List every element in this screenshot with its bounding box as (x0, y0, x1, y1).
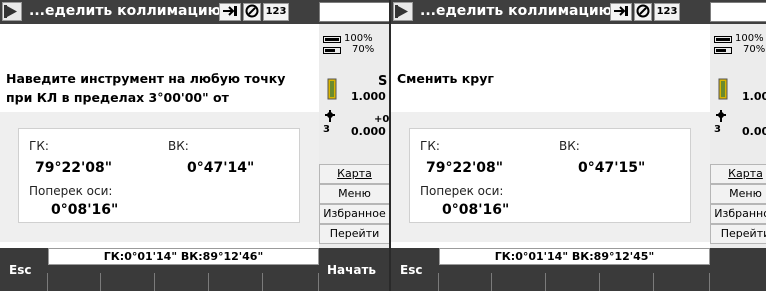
side-panel: 100% 70% S 1.000 +0 3 0.000 Карта Меню И… (710, 24, 766, 248)
v-value: 0°47'15" (578, 160, 646, 176)
battery-icon (714, 36, 732, 43)
input-mode-button[interactable]: 123 (263, 3, 289, 21)
softkey-bar: Esc ГК:0°01'14" ВК:89°12'46" Начать (0, 248, 390, 291)
cross-value: 0°08'16" (51, 202, 119, 218)
start-menu-icon[interactable] (2, 2, 22, 21)
window-title: ...еделить коллимацию (420, 3, 613, 19)
input-mode-button[interactable]: 123 (654, 3, 680, 21)
prism-const: 1.000 (742, 90, 766, 103)
measurement-box: ГК: 79°22'08" ВК: 0°47'15" Поперек оси: … (409, 128, 691, 223)
battery-icon (323, 36, 341, 43)
start-softkey[interactable] (710, 248, 766, 291)
target-const: 0.000 (351, 125, 386, 138)
window-controls: ? — × (319, 2, 390, 22)
help-button[interactable]: ? (324, 4, 332, 19)
softkey-bar: Esc ГК:0°01'14" ВК:89°12'45" (391, 248, 766, 291)
v-label: ВК: (168, 139, 189, 153)
target-plus: +0 (374, 114, 390, 125)
map-button[interactable]: Карта (710, 164, 766, 184)
battery-2: 70% (352, 44, 375, 55)
v-label: ВК: (559, 139, 580, 153)
map-button[interactable]: Карта (319, 164, 390, 184)
hz-value: 79°22'08" (426, 160, 504, 176)
favorites-button[interactable]: Избранное (710, 204, 766, 224)
esc-softkey[interactable]: Esc (391, 248, 438, 291)
battery-1: 100% (735, 33, 764, 44)
goto-button[interactable]: Перейти (319, 224, 390, 244)
hz-label: ГК: (29, 139, 49, 153)
cross-value: 0°08'16" (442, 202, 510, 218)
start-menu-icon[interactable] (393, 2, 413, 21)
close-button[interactable]: × (370, 4, 381, 19)
cross-label: Поперек оси: (420, 184, 504, 198)
bluetooth-icon[interactable] (243, 3, 261, 21)
start-softkey[interactable]: Начать (319, 248, 390, 291)
minimize-button[interactable]: — (344, 4, 357, 19)
v-value: 0°47'14" (187, 160, 255, 176)
battery-icon (714, 47, 732, 54)
prism-icon[interactable] (325, 78, 339, 104)
hz-value: 79°22'08" (35, 160, 113, 176)
menu-button[interactable]: Меню (710, 184, 766, 204)
measurement-box: ГК: 79°22'08" ВК: 0°47'14" Поперек оси: … (18, 128, 300, 223)
battery-2: 70% (743, 44, 766, 55)
pane-right: ...еделить коллимацию 123 ? — × Сменить … (391, 0, 766, 291)
prism-icon[interactable] (716, 78, 730, 104)
instruction-text: Сменить круг (391, 64, 710, 110)
window-title: ...еделить коллимацию (29, 3, 222, 19)
minimize-button[interactable]: — (735, 4, 748, 19)
angle-status-line: ГК:0°01'14" ВК:89°12'46" (48, 248, 319, 265)
target-count: 3 (714, 124, 721, 135)
hz-label: ГК: (420, 139, 440, 153)
prism-mode: S (378, 74, 388, 89)
target-const: 0.000 (742, 125, 766, 138)
help-button[interactable]: ? (715, 4, 723, 19)
goto-button[interactable]: Перейти (710, 224, 766, 244)
gps-icon[interactable] (219, 3, 241, 21)
prism-const: 1.000 (351, 90, 386, 103)
pane-divider (389, 0, 391, 291)
pane-left: ...еделить коллимацию 123 ? — × Наведите… (0, 0, 390, 291)
bluetooth-icon[interactable] (634, 3, 652, 21)
instruction-text: Наведите инструмент на любую точку при К… (0, 64, 319, 110)
target-count: 3 (323, 124, 330, 135)
title-bar: ...еделить коллимацию 123 ? — × (391, 0, 766, 24)
battery-icon (323, 47, 341, 54)
title-bar: ...еделить коллимацию 123 ? — × (0, 0, 390, 24)
angle-status-line: ГК:0°01'14" ВК:89°12'45" (439, 248, 710, 265)
cross-label: Поперек оси: (29, 184, 113, 198)
gps-icon[interactable] (610, 3, 632, 21)
battery-1: 100% (344, 33, 373, 44)
close-button[interactable]: × (761, 4, 766, 19)
window-controls: ? — × (710, 2, 766, 22)
esc-softkey[interactable]: Esc (0, 248, 47, 291)
side-panel: 100% 70% S 1.000 +0 3 0.000 Карта Меню И… (319, 24, 390, 248)
favorites-button[interactable]: Избранное (319, 204, 390, 224)
menu-button[interactable]: Меню (319, 184, 390, 204)
